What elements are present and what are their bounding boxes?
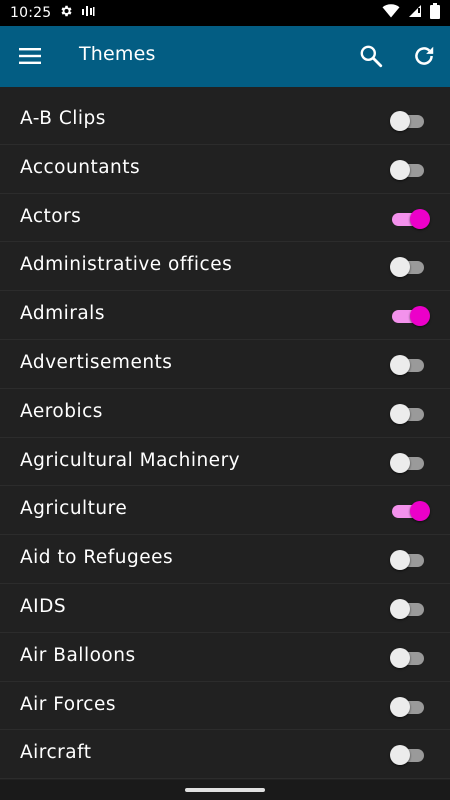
theme-label: Air Balloons (20, 644, 136, 666)
theme-toggle-switch[interactable] (390, 159, 430, 180)
switch-thumb (390, 696, 410, 717)
theme-toggle-switch[interactable] (390, 257, 430, 278)
theme-row[interactable]: A-B Clips (0, 96, 450, 145)
themes-screen: 10:25 Themes A-B Clips Accountants Actor… (0, 0, 450, 800)
switch-thumb (390, 159, 410, 180)
theme-row[interactable]: Advertisements (0, 340, 450, 389)
theme-label: Aircraft (20, 742, 92, 764)
theme-label: Agriculture (20, 498, 128, 520)
theme-row[interactable]: Agriculture (0, 486, 450, 536)
theme-row[interactable]: Aid to Refugees (0, 535, 450, 584)
theme-row[interactable]: Aerobics (0, 389, 450, 438)
signal-bars-icon (81, 4, 95, 22)
notification-icon (408, 4, 422, 22)
gesture-handle[interactable] (185, 788, 265, 792)
gear-icon (59, 4, 73, 22)
switch-thumb (410, 306, 430, 327)
status-bar: 10:25 (0, 0, 450, 26)
theme-toggle-switch[interactable] (390, 550, 430, 571)
theme-row[interactable]: Agricultural Machinery (0, 438, 450, 487)
theme-row[interactable]: AIDS (0, 584, 450, 633)
status-right-icons (382, 3, 440, 23)
status-left-icons (59, 4, 95, 22)
theme-row[interactable]: Accountants (0, 145, 450, 194)
switch-thumb (390, 257, 410, 278)
theme-label: Aid to Refugees (20, 547, 174, 569)
theme-list: A-B Clips Accountants Actors Administrative… (0, 96, 450, 780)
theme-label: A-B Clips (20, 108, 106, 129)
switch-thumb (390, 452, 410, 473)
theme-label: Administrative offices (20, 254, 233, 276)
theme-row[interactable]: Aircraft (0, 730, 450, 780)
menu-icon[interactable] (18, 44, 42, 68)
switch-thumb (390, 647, 410, 668)
switch-thumb (390, 745, 410, 766)
theme-row[interactable]: Air Balloons (0, 633, 450, 682)
theme-label: Admirals (20, 303, 105, 325)
theme-row[interactable]: Admirals (0, 291, 450, 340)
theme-label: AIDS (20, 595, 67, 617)
theme-toggle-switch[interactable] (390, 647, 430, 668)
theme-label: Aerobics (20, 400, 103, 422)
status-time: 10:25 (10, 5, 52, 21)
theme-label: Air Forces (20, 693, 116, 715)
theme-toggle-switch[interactable] (390, 403, 430, 424)
theme-toggle-switch[interactable] (390, 208, 430, 229)
theme-row[interactable]: Air Forces (0, 682, 450, 731)
theme-label: Actors (20, 205, 82, 227)
theme-label: Agricultural Machinery (20, 449, 241, 471)
theme-toggle-switch[interactable] (390, 696, 430, 717)
theme-toggle-switch[interactable] (390, 452, 430, 473)
switch-thumb (390, 354, 410, 375)
search-icon[interactable] (358, 43, 384, 69)
switch-thumb (410, 501, 430, 522)
switch-thumb (390, 550, 410, 571)
theme-toggle-switch[interactable] (390, 306, 430, 327)
page-title: Themes (79, 43, 156, 65)
theme-toggle-switch[interactable] (390, 354, 430, 375)
theme-row[interactable]: Administrative offices (0, 242, 450, 292)
theme-label: Advertisements (20, 351, 173, 373)
switch-thumb (390, 111, 410, 131)
refresh-icon[interactable] (411, 43, 437, 69)
switch-thumb (390, 403, 410, 424)
theme-toggle-switch[interactable] (390, 501, 430, 522)
theme-label: Accountants (20, 156, 141, 178)
app-bar: Themes (0, 26, 450, 87)
wifi-icon (382, 4, 400, 22)
theme-row[interactable]: Actors (0, 194, 450, 243)
switch-thumb (390, 598, 410, 619)
switch-thumb (410, 208, 430, 229)
battery-icon (430, 3, 440, 23)
theme-toggle-switch[interactable] (390, 598, 430, 619)
theme-toggle-switch[interactable] (390, 111, 430, 131)
theme-toggle-switch[interactable] (390, 745, 430, 766)
